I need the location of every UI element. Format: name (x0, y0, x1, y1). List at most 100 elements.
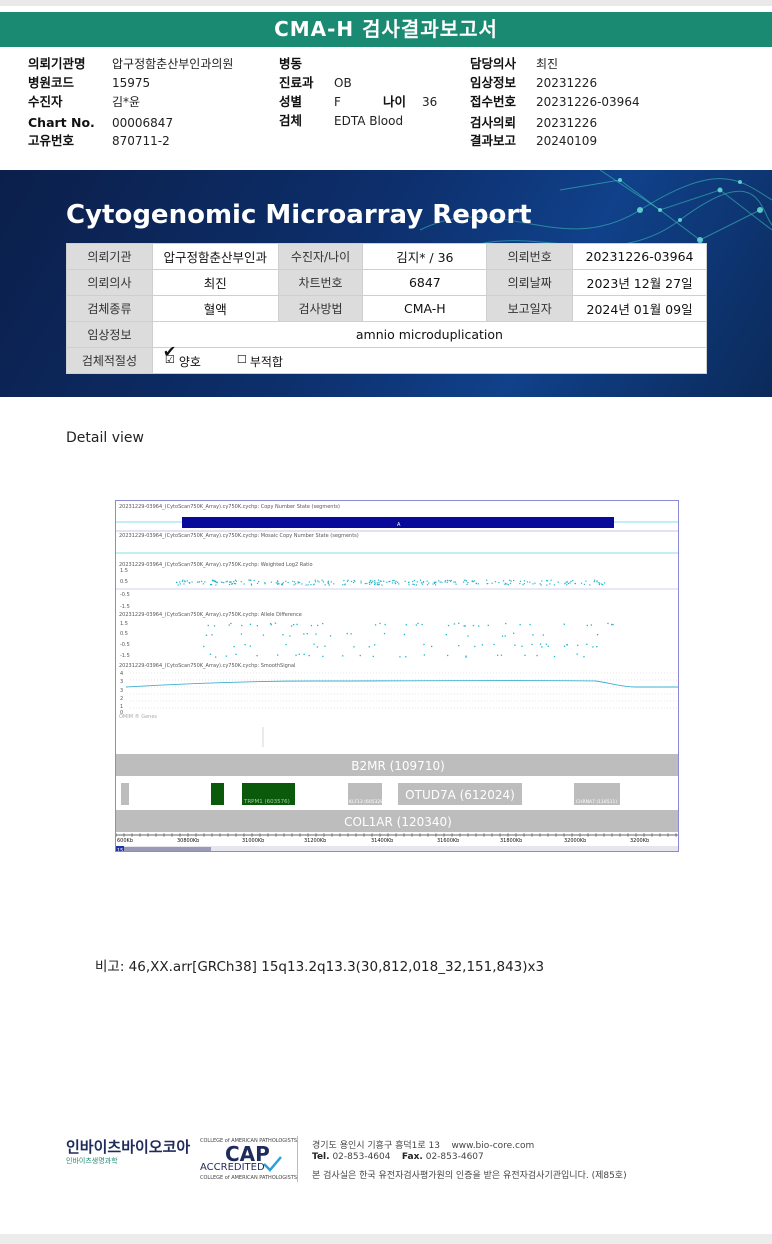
log2-point (256, 582, 259, 584)
checkbox-checked-icon[interactable]: ☑ (165, 353, 175, 366)
log2-point (486, 579, 488, 581)
microarray-figure: 20231229-03964_(CytoScan750K_Array).cy75… (115, 500, 679, 852)
clinical-info-value: amnio microduplication (151, 321, 708, 348)
table-header-cell: 의뢰날짜 (486, 269, 574, 296)
allele-point (342, 655, 344, 657)
log2-point (330, 581, 332, 583)
log2-point (310, 584, 312, 586)
axis-tick-label: 31400Kb (371, 838, 393, 844)
log2-point (282, 582, 284, 584)
log2-point (380, 580, 382, 582)
segment-label: A (397, 522, 401, 528)
allele-point (244, 644, 246, 646)
log2-point (393, 579, 395, 581)
report-title: CMA-H 검사결과보고서 (0, 12, 772, 47)
allele-point (501, 635, 504, 637)
allele-point (529, 623, 531, 626)
log2-point (221, 581, 223, 583)
allele-point (563, 645, 566, 647)
log2-point (370, 579, 372, 582)
info-value: 20231226-03964 (536, 95, 640, 109)
table-header-cell: 의뢰기관 (66, 243, 153, 270)
log2-point (473, 580, 475, 582)
allele-point (374, 644, 376, 646)
allele-point (240, 633, 243, 635)
info-value: 최진 (536, 57, 559, 71)
website-link[interactable]: www.bio-core.com (451, 1141, 534, 1151)
log2-point (421, 583, 424, 585)
log2-point (392, 580, 394, 582)
allele-point (384, 623, 386, 626)
log2-point (472, 581, 474, 583)
log2-point (557, 581, 559, 583)
info-row: 담당의사 최진 (0, 55, 700, 73)
table-cell: 혈액 (151, 295, 279, 322)
log2-point (253, 579, 255, 581)
log2-point (295, 583, 297, 585)
table-cell: 6847 (362, 269, 488, 296)
allele-point (500, 654, 503, 656)
gene-label: CHRNA7 (118511) (576, 799, 617, 805)
contact-line: Tel. 02-853-4604 Fax. 02-853-4607 (312, 1152, 484, 1162)
log2-point (566, 584, 568, 586)
allele-point (289, 635, 291, 637)
log2-point (297, 581, 299, 583)
log2-point (504, 582, 506, 584)
log2-point (228, 584, 231, 586)
allele-point (241, 624, 243, 627)
table-cell: 20231226-03964 (572, 243, 707, 270)
allele-point (497, 654, 499, 656)
gene-label: TRPM1 (603576) (243, 799, 290, 805)
allele-point (405, 656, 407, 658)
log2-point (188, 582, 191, 584)
allele-point (277, 654, 279, 656)
log2-point (572, 580, 574, 582)
allele-point (576, 653, 578, 655)
log2-point (317, 580, 319, 582)
allele-point (203, 645, 205, 648)
log2-point (276, 580, 278, 582)
allele-point (372, 655, 374, 658)
axis-tick-label: 31000Kb (242, 838, 264, 844)
log2-point (426, 584, 429, 586)
log2-point (322, 581, 324, 583)
log2-point (486, 583, 488, 585)
log2-point (186, 580, 188, 582)
log2-point (342, 584, 344, 586)
log2-point (529, 581, 531, 583)
allele-point (313, 643, 315, 645)
log2-point (444, 581, 446, 583)
allele-point (274, 622, 277, 624)
axis-tick-label: 32000Kb (564, 838, 586, 844)
banner-title: Cytogenomic Microarray Report (66, 200, 532, 230)
log2-point (602, 584, 604, 586)
scrollbar-thumb[interactable] (124, 847, 211, 852)
footer-divider (297, 1136, 298, 1182)
log2-point (305, 584, 307, 586)
log2-point (211, 580, 214, 582)
allele-point (596, 634, 599, 636)
log2-point (179, 583, 181, 585)
allele-point (303, 653, 305, 656)
axis-tick-label: 31800Kb (500, 838, 522, 844)
log2-point (494, 581, 497, 583)
allele-point (233, 646, 235, 648)
table-header-cell: 임상정보 (66, 321, 153, 348)
log2-point (391, 582, 393, 584)
allele-point (611, 623, 613, 626)
allele-point (539, 643, 542, 645)
track-title: 20231229-03964_(CytoScan750K_Array).cy75… (119, 562, 313, 568)
log2-tick: -0.5 (120, 592, 130, 598)
allele-point (524, 654, 526, 656)
log2-point (510, 580, 512, 582)
log2-point (293, 584, 295, 586)
checkbox-empty-icon[interactable]: ☐ (237, 353, 247, 366)
table-row: 의뢰의사 최진 차트번호 6847 의뢰날짜 2023년 12월 27일 (66, 269, 707, 296)
allele-point (478, 625, 480, 627)
log2-tick: 0.5 (120, 579, 128, 585)
allele-point (282, 634, 284, 636)
log2-point (374, 581, 376, 583)
allele-point (296, 623, 298, 626)
log2-point (297, 582, 299, 584)
log2-point (248, 579, 250, 581)
